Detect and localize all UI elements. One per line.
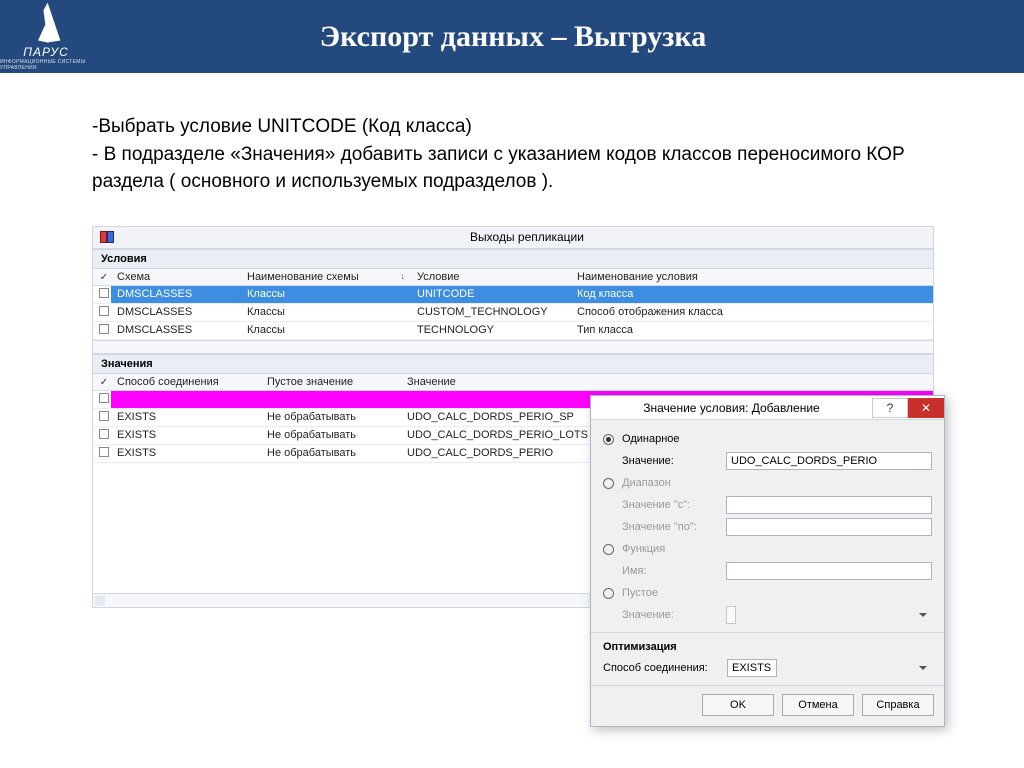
logo-label: ПАРУС: [23, 45, 69, 59]
to-label: Значение "по":: [622, 521, 718, 533]
radio-range[interactable]: [603, 478, 614, 489]
optimization-header: Оптимизация: [603, 639, 932, 657]
values-header-row: ✓ Способ соединения Пустое значение Знач…: [93, 374, 933, 391]
row-checkbox[interactable]: [99, 393, 109, 403]
value-label: Значение:: [622, 455, 718, 467]
conditions-header-row: ✓ Схема Наименование схемы↓ Условие Наим…: [93, 269, 933, 286]
slide-title: Экспорт данных – Выгрузка: [92, 20, 1024, 54]
dialog-title: Значение условия: Добавление: [591, 401, 872, 415]
col-schema[interactable]: Схема: [111, 269, 241, 286]
join-label: Способ соединения:: [603, 662, 719, 674]
table-row[interactable]: DMSCLASSES Классы TECHNOLOGY Тип класса: [93, 321, 933, 339]
check-col-header: ✓: [93, 269, 111, 286]
radio-empty-label: Пустое: [622, 587, 658, 599]
row-checkbox[interactable]: [99, 324, 109, 334]
help-ref-button[interactable]: Справка: [862, 694, 934, 716]
col-schema-name[interactable]: Наименование схемы↓: [241, 269, 411, 286]
table-row[interactable]: DMSCLASSES Классы UNITCODE Код класса: [93, 285, 933, 303]
logo-subtitle: ИНФОРМАЦИОННЫЕ СИСТЕМЫ УПРАВЛЕНИЯ: [0, 59, 92, 71]
empty-value-select[interactable]: [726, 606, 736, 624]
radio-function-label: Функция: [622, 543, 665, 555]
radio-range-label: Диапазон: [622, 477, 671, 489]
radio-single-label: Одинарное: [622, 433, 680, 445]
flags-icon[interactable]: [93, 231, 121, 243]
from-label: Значение "с":: [622, 499, 718, 511]
from-input[interactable]: [726, 496, 932, 514]
value-condition-dialog: Значение условия: Добавление ? ✕ Одинарн…: [590, 395, 945, 727]
app-titlebar: Выходы репликации: [93, 227, 933, 249]
conditions-table[interactable]: ✓ Схема Наименование схемы↓ Условие Наим…: [93, 269, 933, 340]
name-input[interactable]: [726, 562, 932, 580]
close-button[interactable]: ✕: [908, 398, 944, 418]
brand-logo: ПАРУС ИНФОРМАЦИОННЫЕ СИСТЕМЫ УПРАВЛЕНИЯ: [0, 0, 92, 73]
join-select[interactable]: EXISTS: [727, 659, 777, 677]
dialog-titlebar[interactable]: Значение условия: Добавление ? ✕: [591, 396, 944, 420]
row-checkbox[interactable]: [99, 447, 109, 457]
radio-function[interactable]: [603, 544, 614, 555]
row-checkbox[interactable]: [99, 288, 109, 298]
to-input[interactable]: [726, 518, 932, 536]
row-checkbox[interactable]: [99, 429, 109, 439]
radio-single[interactable]: [603, 434, 614, 445]
instruction-line: - В подразделе «Значения» добавить запис…: [92, 141, 932, 196]
logo-sail-icon: [30, 3, 62, 43]
row-checkbox[interactable]: [99, 306, 109, 316]
slide-banner: ПАРУС ИНФОРМАЦИОННЫЕ СИСТЕМЫ УПРАВЛЕНИЯ …: [0, 0, 1024, 73]
sort-down-icon: ↓: [401, 271, 406, 281]
value-input[interactable]: [726, 452, 932, 470]
horizontal-scrollbar[interactable]: [93, 340, 933, 354]
col-condition[interactable]: Условие: [411, 269, 571, 286]
conditions-section-label: Условия: [93, 249, 933, 269]
help-button[interactable]: ?: [872, 398, 908, 418]
instruction-line: -Выбрать условие UNITCODE (Код класса): [92, 113, 932, 141]
col-condition-name[interactable]: Наименование условия: [571, 269, 933, 286]
cancel-button[interactable]: Отмена: [782, 694, 854, 716]
row-checkbox[interactable]: [99, 411, 109, 421]
radio-empty[interactable]: [603, 588, 614, 599]
values-section-label: Значения: [93, 354, 933, 374]
col-empty[interactable]: Пустое значение: [261, 374, 401, 391]
table-row[interactable]: DMSCLASSES Классы CUSTOM_TECHNOLOGY Спос…: [93, 303, 933, 321]
name-label: Имя:: [622, 565, 718, 577]
check-col-header: ✓: [99, 377, 109, 388]
app-title: Выходы репликации: [121, 230, 933, 244]
col-join[interactable]: Способ соединения: [111, 374, 261, 391]
col-value[interactable]: Значение: [401, 374, 933, 391]
instruction-text: -Выбрать условие UNITCODE (Код класса) -…: [0, 73, 1024, 216]
ok-button[interactable]: OK: [702, 694, 774, 716]
empty-value-label: Значение:: [622, 609, 718, 621]
